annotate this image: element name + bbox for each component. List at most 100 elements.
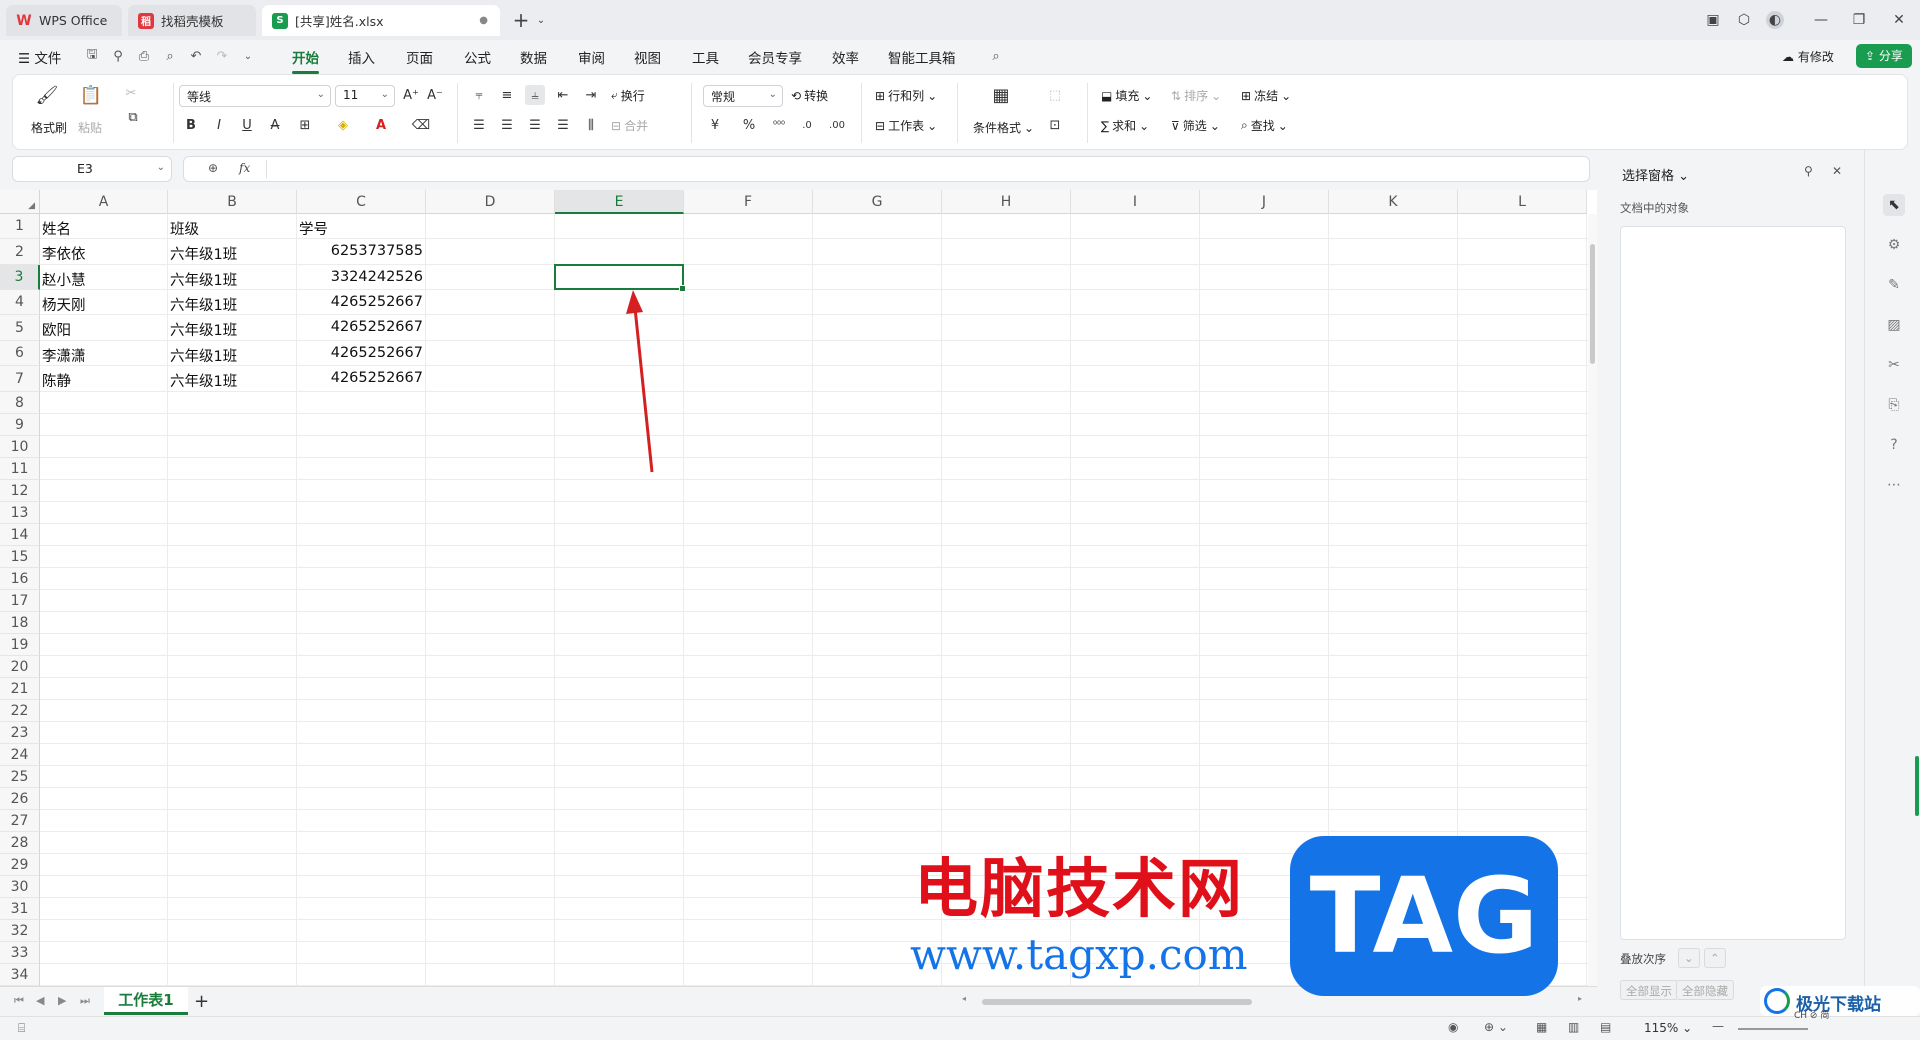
close-pane-icon[interactable]: ✕ <box>1832 164 1842 178</box>
align-right-icon[interactable]: ☰ <box>525 115 545 135</box>
cell-style-icon[interactable]: ⬚ <box>1045 85 1065 105</box>
new-tab-button[interactable]: + <box>512 8 530 32</box>
find-button[interactable]: ⌕ 查找 ⌄ <box>1241 117 1288 134</box>
column-header-a[interactable]: A <box>40 190 168 214</box>
sum-button[interactable]: ∑ 求和 ⌄ <box>1101 117 1149 134</box>
table-format-icon[interactable]: ⊡ <box>1045 115 1065 135</box>
sheet-tab-active[interactable]: 工作表1 <box>104 987 188 1015</box>
chevron-down-icon[interactable]: ⌄ <box>532 11 550 29</box>
percent-icon[interactable]: % <box>739 115 759 135</box>
object-list[interactable] <box>1620 226 1846 940</box>
cell-a2[interactable]: 李依依 <box>42 243 86 264</box>
cell-a7[interactable]: 陈静 <box>42 370 71 391</box>
cell-a4[interactable]: 杨天刚 <box>42 294 86 315</box>
copy-icon[interactable]: ⧉ <box>123 107 143 127</box>
add-sheet-button[interactable]: + <box>194 991 209 1012</box>
row-header-21[interactable]: 21 <box>0 678 40 700</box>
close-icon[interactable]: ✕ <box>1890 11 1908 29</box>
help-icon[interactable]: ? <box>1883 434 1905 456</box>
pin-icon[interactable]: ⚲ <box>110 48 126 64</box>
row-header-8[interactable]: 8 <box>0 392 40 414</box>
row-header-28[interactable]: 28 <box>0 832 40 854</box>
align-bottom-icon[interactable]: ⫨ <box>525 85 545 105</box>
cell-c7[interactable]: 4265252667 <box>297 370 423 386</box>
fx-icon[interactable]: fx <box>239 161 250 175</box>
tab-formula[interactable]: 公式 <box>464 47 491 67</box>
row-header-2[interactable]: 2 <box>0 239 40 265</box>
font-name-select[interactable]: 等线 ⌄ <box>179 85 331 107</box>
cell-a6[interactable]: 李潇潇 <box>42 345 86 366</box>
side-scroll-indicator[interactable] <box>1915 756 1919 816</box>
conditional-format-icon[interactable]: ▦ <box>991 85 1011 106</box>
select-all-corner[interactable]: ◢ <box>0 190 40 214</box>
unsaved-dot-icon[interactable]: ● <box>479 15 488 26</box>
row-header-5[interactable]: 5 <box>0 315 40 341</box>
row-header-25[interactable]: 25 <box>0 766 40 788</box>
avatar[interactable]: ◐ <box>1766 11 1784 29</box>
cell-b6[interactable]: 六年级1班 <box>170 345 237 366</box>
chevron-down-icon[interactable]: ⌄ <box>157 162 165 173</box>
row-header-27[interactable]: 27 <box>0 810 40 832</box>
print-icon[interactable]: ⎙ <box>136 48 152 64</box>
tab-insert[interactable]: 插入 <box>348 47 375 67</box>
quick-access-more-icon[interactable]: ⌄ <box>240 48 256 64</box>
cut-icon[interactable]: ✂ <box>121 83 141 103</box>
prev-sheet-icon[interactable]: ◀ <box>36 994 44 1007</box>
column-header-l[interactable]: L <box>1458 190 1587 214</box>
distribute-icon[interactable]: ⫼ <box>581 115 601 135</box>
show-all-button[interactable]: 全部显示 <box>1620 980 1678 1000</box>
tab-efficiency[interactable]: 效率 <box>832 47 859 67</box>
cell-a3[interactable]: 赵小慧 <box>42 269 86 290</box>
fill-color-icon[interactable]: ◈ <box>333 115 353 135</box>
align-top-icon[interactable]: ⫧ <box>469 85 489 105</box>
zoom-level[interactable]: 115% ⌄ <box>1644 1021 1692 1035</box>
more-icon[interactable]: ⋯ <box>1883 474 1905 496</box>
row-header-1[interactable]: 1 <box>0 214 40 239</box>
cell-c4[interactable]: 4265252667 <box>297 294 423 310</box>
row-header-13[interactable]: 13 <box>0 502 40 524</box>
tab-page[interactable]: 页面 <box>406 47 433 67</box>
column-header-i[interactable]: I <box>1071 190 1200 214</box>
paste-icon[interactable]: 📋 <box>80 85 102 106</box>
zoom-slider[interactable] <box>1738 1028 1808 1030</box>
macro-icon[interactable]: ⌸ <box>18 1021 25 1036</box>
underline-button[interactable]: U <box>237 115 257 135</box>
sort-button[interactable]: ⇅ 排序 ⌄ <box>1171 87 1221 104</box>
merge-button[interactable]: ⊟ 合并 <box>611 117 648 134</box>
scroll-thumb[interactable] <box>1590 244 1595 364</box>
font-size-select[interactable]: 11 ⌄ <box>335 85 395 107</box>
row-header-16[interactable]: 16 <box>0 568 40 590</box>
tab-smart-toolbox[interactable]: 智能工具箱 <box>888 47 956 67</box>
cell-a1[interactable]: 姓名 <box>42 218 71 239</box>
hide-all-button[interactable]: 全部隐藏 <box>1676 980 1734 1000</box>
modified-status[interactable]: ☁ 有修改 <box>1782 48 1834 65</box>
decrease-font-icon[interactable]: A⁻ <box>425 85 445 105</box>
decrease-indent-icon[interactable]: ⇤ <box>553 85 573 105</box>
rows-cols-button[interactable]: ⊞ 行和列 ⌄ <box>875 87 937 104</box>
worksheet-button[interactable]: ⊟ 工作表 ⌄ <box>875 117 937 134</box>
justify-icon[interactable]: ☰ <box>553 115 573 135</box>
file-menu[interactable]: ☰ 文件 <box>18 47 61 67</box>
row-header-22[interactable]: 22 <box>0 700 40 722</box>
border-icon[interactable]: ⊞ <box>295 115 315 135</box>
pane-title[interactable]: 选择窗格 ⌄ <box>1622 165 1689 184</box>
select-cursor-icon[interactable]: ⬉ <box>1883 194 1905 216</box>
cell-b1[interactable]: 班级 <box>170 218 199 239</box>
row-header-33[interactable]: 33 <box>0 942 40 964</box>
search-icon[interactable]: ⌕ <box>988 48 1004 64</box>
align-middle-icon[interactable]: ≡ <box>497 85 517 105</box>
cell-c3[interactable]: 3324242526 <box>297 269 423 285</box>
tab-wps-office[interactable]: W WPS Office <box>6 5 122 36</box>
paste-label[interactable]: 粘贴 <box>78 119 102 136</box>
comment-icon[interactable]: ✎ <box>1883 274 1905 296</box>
cell-c6[interactable]: 4265252667 <box>297 345 423 361</box>
row-header-17[interactable]: 17 <box>0 590 40 612</box>
tab-review[interactable]: 审阅 <box>578 47 605 67</box>
cell-c2[interactable]: 6253737585 <box>297 243 423 259</box>
row-header-3[interactable]: 3 <box>0 265 40 290</box>
last-sheet-icon[interactable]: ⏭ <box>80 994 90 1008</box>
font-color-icon[interactable]: A <box>371 115 391 135</box>
align-center-icon[interactable]: ☰ <box>497 115 517 135</box>
column-header-d[interactable]: D <box>426 190 555 214</box>
italic-button[interactable]: I <box>209 115 229 135</box>
